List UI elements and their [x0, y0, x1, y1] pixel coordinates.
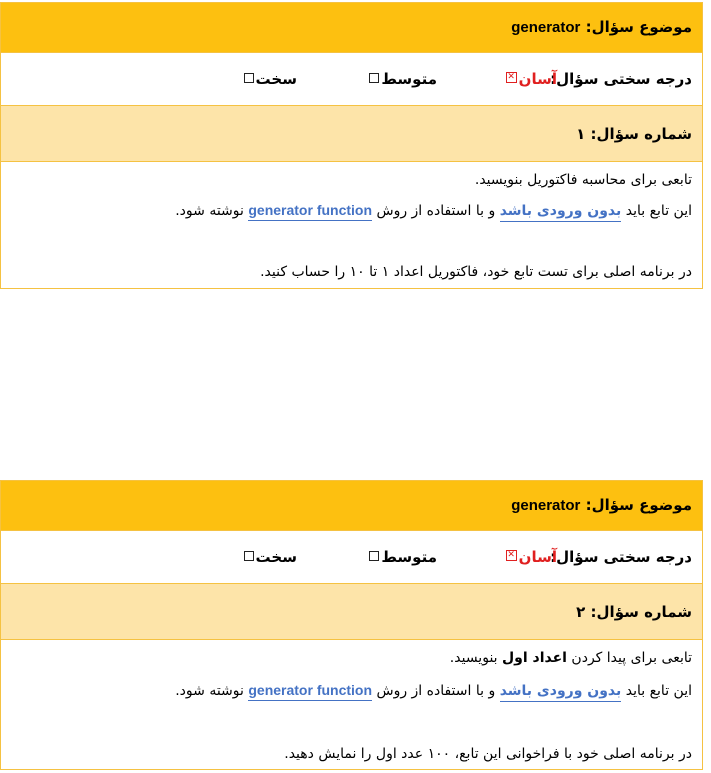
question-line-1: تابعی برای پیدا کردن اعداد اول بنویسید. — [450, 650, 692, 666]
question-line-1: تابعی برای محاسبه فاکتوریل بنویسید. — [474, 172, 692, 188]
highlight-no-input: بدون ورودی باشد — [499, 203, 622, 222]
question-body: تابعی برای محاسبه فاکتوریل بنویسید. این … — [1, 162, 702, 288]
difficulty-option-label: متوسط — [381, 70, 437, 88]
text-segment: بنویسید. — [449, 650, 503, 666]
text-segment: و با استفاده از روش — [372, 683, 500, 699]
topic-row: موضوع سؤال: generator — [1, 3, 702, 52]
text-segment: نوشته شود. — [175, 203, 249, 219]
difficulty-label: درجه سختی سؤال: — [550, 70, 692, 88]
difficulty-option-label: آسان — [518, 70, 557, 88]
question-line-3: در برنامه اصلی خود با فراخوانی این تابع،… — [284, 746, 692, 762]
topic-row: موضوع سؤال: generator — [1, 481, 702, 530]
difficulty-option-label: آسان — [518, 548, 557, 566]
question-line-2: این تابع باید بدون ورودی باشد و با استفا… — [175, 682, 692, 702]
highlight-prime-numbers: اعداد اول — [502, 650, 567, 666]
text-segment: و با استفاده از روش — [372, 203, 500, 219]
difficulty-label: درجه سختی سؤال: — [550, 548, 692, 566]
difficulty-option-medium[interactable]: متوسط — [367, 531, 437, 583]
difficulty-option-label: متوسط — [381, 548, 437, 566]
topic-label: موضوع سؤال: — [585, 496, 692, 514]
unchecked-box-icon — [369, 72, 380, 83]
highlight-no-input: بدون ورودی باشد — [499, 683, 622, 702]
difficulty-option-hard[interactable]: سخت — [242, 531, 297, 583]
question-number-row: شماره سؤال: ۲ — [1, 584, 702, 640]
text-segment: تابعی برای پیدا کردن — [566, 650, 692, 666]
checked-box-icon: ✕ — [505, 550, 517, 561]
difficulty-option-label: سخت — [255, 70, 297, 88]
difficulty-option-easy[interactable]: آسان✕ — [504, 53, 557, 105]
text-segment: این تابع باید — [621, 683, 692, 699]
question-card-1: موضوع سؤال: generator درجه سختی سؤال: آس… — [0, 2, 703, 289]
checked-box-icon: ✕ — [505, 72, 517, 83]
question-card-2: موضوع سؤال: generator درجه سختی سؤال: آس… — [0, 480, 703, 770]
difficulty-row: درجه سختی سؤال: آسان✕ متوسط سخت — [1, 530, 702, 584]
difficulty-option-medium[interactable]: متوسط — [367, 53, 437, 105]
question-number-row: شماره سؤال: ۱ — [1, 106, 702, 162]
difficulty-option-label: سخت — [255, 548, 297, 566]
question-number: شماره سؤال: ۲ — [576, 603, 692, 621]
unchecked-box-icon — [369, 550, 380, 561]
highlight-generator-function: generator function — [248, 202, 373, 221]
question-line-3: در برنامه اصلی برای تست تابع خود، فاکتور… — [260, 264, 692, 280]
difficulty-option-hard[interactable]: سخت — [242, 53, 297, 105]
difficulty-option-easy[interactable]: آسان✕ — [504, 531, 557, 583]
question-line-2: این تابع باید بدون ورودی باشد و با استفا… — [175, 202, 692, 222]
highlight-generator-function: generator function — [248, 682, 373, 701]
topic-value: generator — [511, 497, 581, 514]
unchecked-box-icon — [243, 72, 254, 83]
unchecked-box-icon — [243, 550, 254, 561]
question-number: شماره سؤال: ۱ — [576, 125, 692, 143]
text-segment: نوشته شود. — [175, 683, 249, 699]
topic-label: موضوع سؤال: — [585, 18, 692, 36]
difficulty-row: درجه سختی سؤال: آسان✕ متوسط سخت — [1, 52, 702, 106]
question-body: تابعی برای پیدا کردن اعداد اول بنویسید. … — [1, 640, 702, 769]
text-segment: این تابع باید — [621, 203, 692, 219]
topic-value: generator — [511, 19, 581, 36]
